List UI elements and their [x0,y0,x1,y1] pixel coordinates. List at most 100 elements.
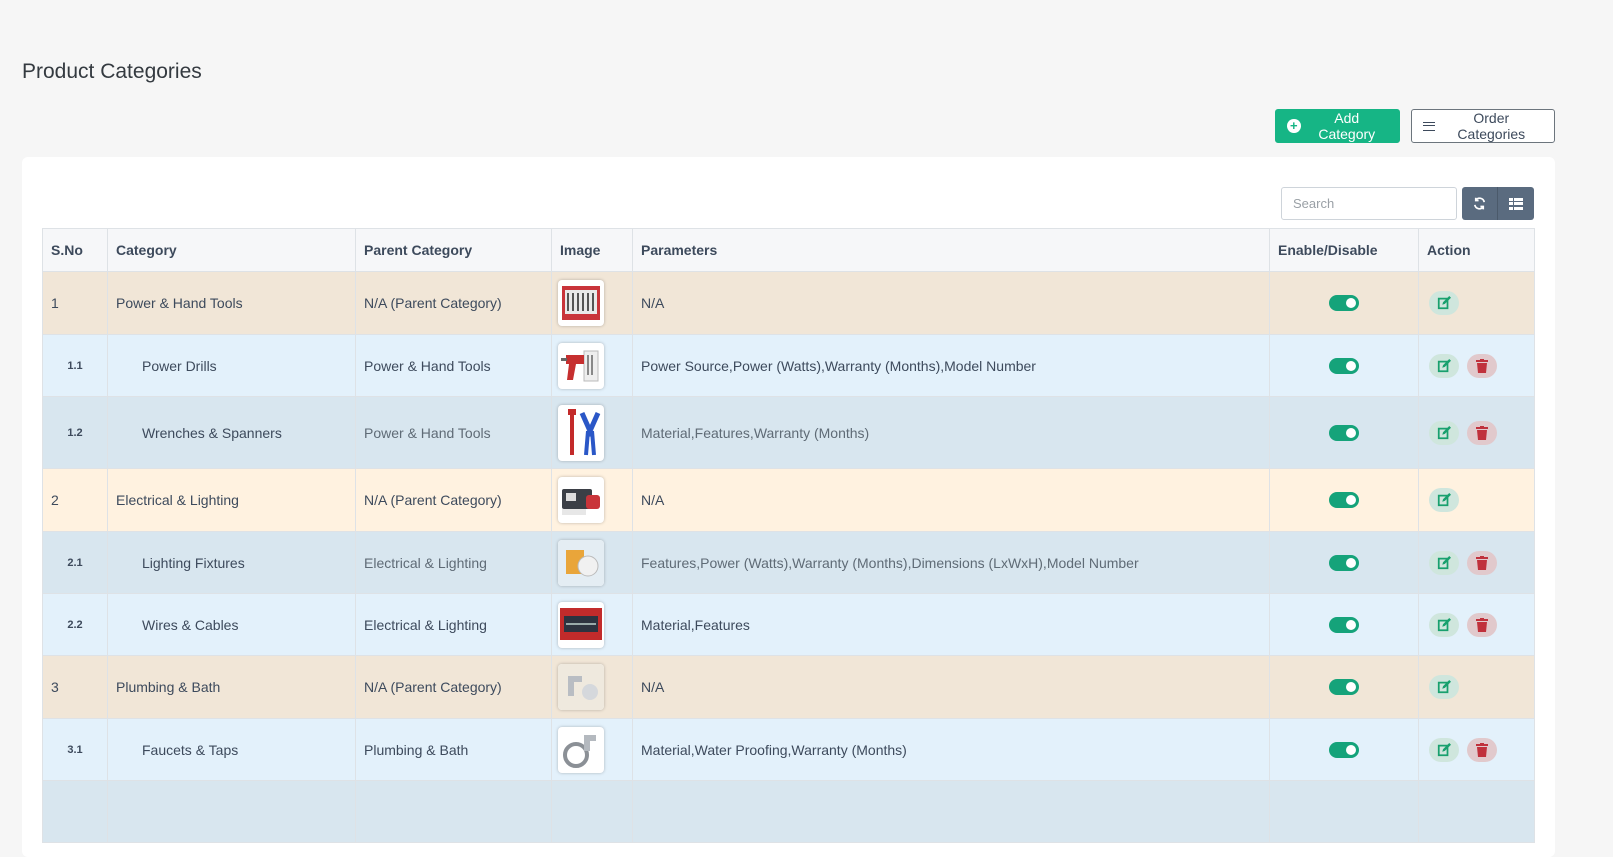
row-parameters: Material,Features [632,593,1270,656]
row-sno: 3 [42,655,108,719]
table-row: 1.2 Wrenches & Spanners Power & Hand Too… [42,396,1535,469]
table-row: 2.1 Lighting Fixtures Electrical & Light… [42,531,1535,594]
row-status-cell [1269,718,1419,781]
columns-toggle-button[interactable] [1498,187,1534,220]
add-category-button[interactable]: + Add Category [1275,109,1400,143]
table-row: 1 Power & Hand Tools N/A (Parent Categor… [42,271,1535,335]
row-sno: 2.2 [42,593,108,656]
table-header-row: S.No Category Parent Category Image Para… [42,228,1535,272]
edit-icon [1437,425,1451,439]
edit-button[interactable] [1429,737,1459,762]
row-image-cell [551,531,633,594]
edit-button[interactable] [1429,420,1459,445]
edit-button[interactable] [1429,550,1459,575]
delete-button[interactable] [1467,353,1497,378]
enable-toggle[interactable] [1329,357,1359,374]
row-parameters: Power Source,Power (Watts),Warranty (Mon… [632,334,1270,397]
column-header-sno[interactable]: S.No [42,228,108,272]
row-status-cell [1269,593,1419,656]
list-view-icon [1509,197,1523,210]
category-image [558,539,604,586]
categories-table: S.No Category Parent Category Image Para… [42,228,1535,843]
trash-icon [1476,742,1488,757]
enable-toggle[interactable] [1329,492,1359,508]
enable-toggle[interactable] [1329,554,1359,571]
category-image [558,664,604,710]
column-header-image[interactable]: Image [551,228,633,272]
categories-card: S.No Category Parent Category Image Para… [22,157,1555,857]
header-actions: + Add Category Order Categories [1275,109,1555,143]
edit-icon [1437,296,1451,310]
table-row: 1.1 Power Drills Power & Hand Tools Powe… [42,334,1535,397]
edit-icon [1437,617,1451,631]
page-title: Product Categories [22,60,202,84]
row-parent-category: Electrical & Lighting [355,593,552,656]
edit-button[interactable] [1429,675,1459,699]
add-category-label: Add Category [1318,110,1376,142]
plus-circle-icon: + [1287,119,1301,133]
table-row: 3 Plumbing & Bath N/A (Parent Category) … [42,655,1535,719]
trash-icon [1476,425,1488,440]
delete-button[interactable] [1467,612,1497,637]
delete-button[interactable] [1467,737,1497,762]
row-category: Wires & Cables [107,593,356,656]
column-header-parameters[interactable]: Parameters [632,228,1270,272]
table-row-partial [42,780,1535,843]
column-header-category[interactable]: Category [107,228,356,272]
row-status-cell [1269,531,1419,594]
order-categories-button[interactable]: Order Categories [1411,109,1555,143]
row-category: Power & Hand Tools [107,271,356,335]
row-parameters: N/A [632,468,1270,532]
row-parent-category: Power & Hand Tools [355,334,552,397]
search-input[interactable] [1281,187,1457,220]
trash-icon [1476,617,1488,632]
row-actions [1418,396,1535,469]
edit-icon [1437,358,1451,372]
row-parent-category: Power & Hand Tools [355,396,552,469]
row-parameters: Material,Water Proofing,Warranty (Months… [632,718,1270,781]
row-status-cell [1269,396,1419,469]
edit-button[interactable] [1429,488,1459,512]
table-row: 2.2 Wires & Cables Electrical & Lighting… [42,593,1535,656]
row-category: Electrical & Lighting [107,468,356,532]
row-sno: 2.1 [42,531,108,594]
enable-toggle[interactable] [1329,741,1359,758]
row-actions [1418,593,1535,656]
enable-toggle[interactable] [1329,424,1359,441]
column-header-enable-disable[interactable]: Enable/Disable [1269,228,1419,272]
enable-toggle[interactable] [1329,616,1359,633]
refresh-icon [1473,197,1486,210]
row-parameters: Features,Power (Watts),Warranty (Months)… [632,531,1270,594]
category-image [558,726,604,773]
table-tools [1462,187,1534,220]
enable-toggle[interactable] [1329,295,1359,311]
trash-icon [1476,555,1488,570]
column-header-action[interactable]: Action [1418,228,1535,272]
table-toolbar [1281,187,1534,220]
row-actions [1418,468,1535,532]
row-sno: 1.2 [42,396,108,469]
row-image-cell [551,334,633,397]
delete-button[interactable] [1467,550,1497,575]
list-lines-icon [1423,121,1435,131]
row-parent-category: Electrical & Lighting [355,531,552,594]
edit-button[interactable] [1429,353,1459,378]
row-actions [1418,655,1535,719]
row-status-cell [1269,655,1419,719]
row-status-cell [1269,271,1419,335]
column-header-parent-category[interactable]: Parent Category [355,228,552,272]
row-image-cell [551,655,633,719]
row-sno: 1.1 [42,334,108,397]
refresh-button[interactable] [1462,187,1498,220]
enable-toggle[interactable] [1329,679,1359,695]
row-image-cell [551,468,633,532]
edit-icon [1437,555,1451,569]
row-category: Faucets & Taps [107,718,356,781]
row-status-cell [1269,468,1419,532]
edit-icon [1437,742,1451,756]
delete-button[interactable] [1467,420,1497,445]
row-category: Wrenches & Spanners [107,396,356,469]
row-sno: 3.1 [42,718,108,781]
edit-button[interactable] [1429,612,1459,637]
edit-button[interactable] [1429,291,1459,315]
